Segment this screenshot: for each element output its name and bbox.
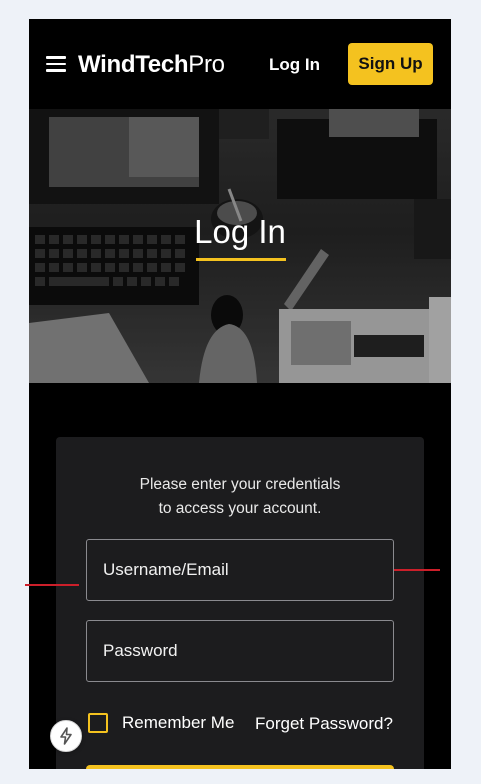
- menu-bar: [46, 56, 66, 59]
- login-submit-button[interactable]: [86, 765, 394, 769]
- login-intro-text: Please enter your credentials to access …: [56, 473, 424, 521]
- guide-line-left: [25, 584, 79, 586]
- forgot-password-link[interactable]: Forget Password?: [255, 714, 393, 734]
- username-input[interactable]: [103, 560, 393, 580]
- login-card: Please enter your credentials to access …: [56, 437, 424, 769]
- menu-bar: [46, 62, 66, 65]
- menu-bar: [46, 69, 66, 72]
- top-navbar: WindTechPro Log In Sign Up: [29, 19, 451, 109]
- guide-line-right: [394, 569, 440, 571]
- logo-bold-text: WindTech: [78, 51, 189, 78]
- hero-banner: Log In: [29, 109, 451, 383]
- signup-button[interactable]: Sign Up: [348, 43, 433, 85]
- intro-line-2: to access your account.: [158, 500, 322, 517]
- lightning-bolt-glyph: [60, 727, 72, 745]
- intro-line-1: Please enter your credentials: [139, 476, 341, 493]
- app-frame: WindTechPro Log In Sign Up Log In Please…: [29, 19, 451, 769]
- nav-login-link[interactable]: Log In: [269, 55, 320, 75]
- lightning-bolt-icon[interactable]: [50, 720, 82, 752]
- logo-light-text: Pro: [188, 51, 225, 78]
- hamburger-menu-icon[interactable]: [46, 56, 66, 72]
- remember-me[interactable]: Remember Me: [88, 713, 234, 733]
- password-field[interactable]: [86, 620, 394, 682]
- brand-logo[interactable]: WindTechPro: [78, 51, 225, 81]
- username-field[interactable]: [86, 539, 394, 601]
- password-input[interactable]: [103, 641, 393, 661]
- hero-title-underline: [196, 258, 286, 261]
- hero-title: Log In: [194, 213, 286, 250]
- remember-me-checkbox[interactable]: [88, 713, 108, 733]
- remember-me-label[interactable]: Remember Me: [122, 713, 234, 733]
